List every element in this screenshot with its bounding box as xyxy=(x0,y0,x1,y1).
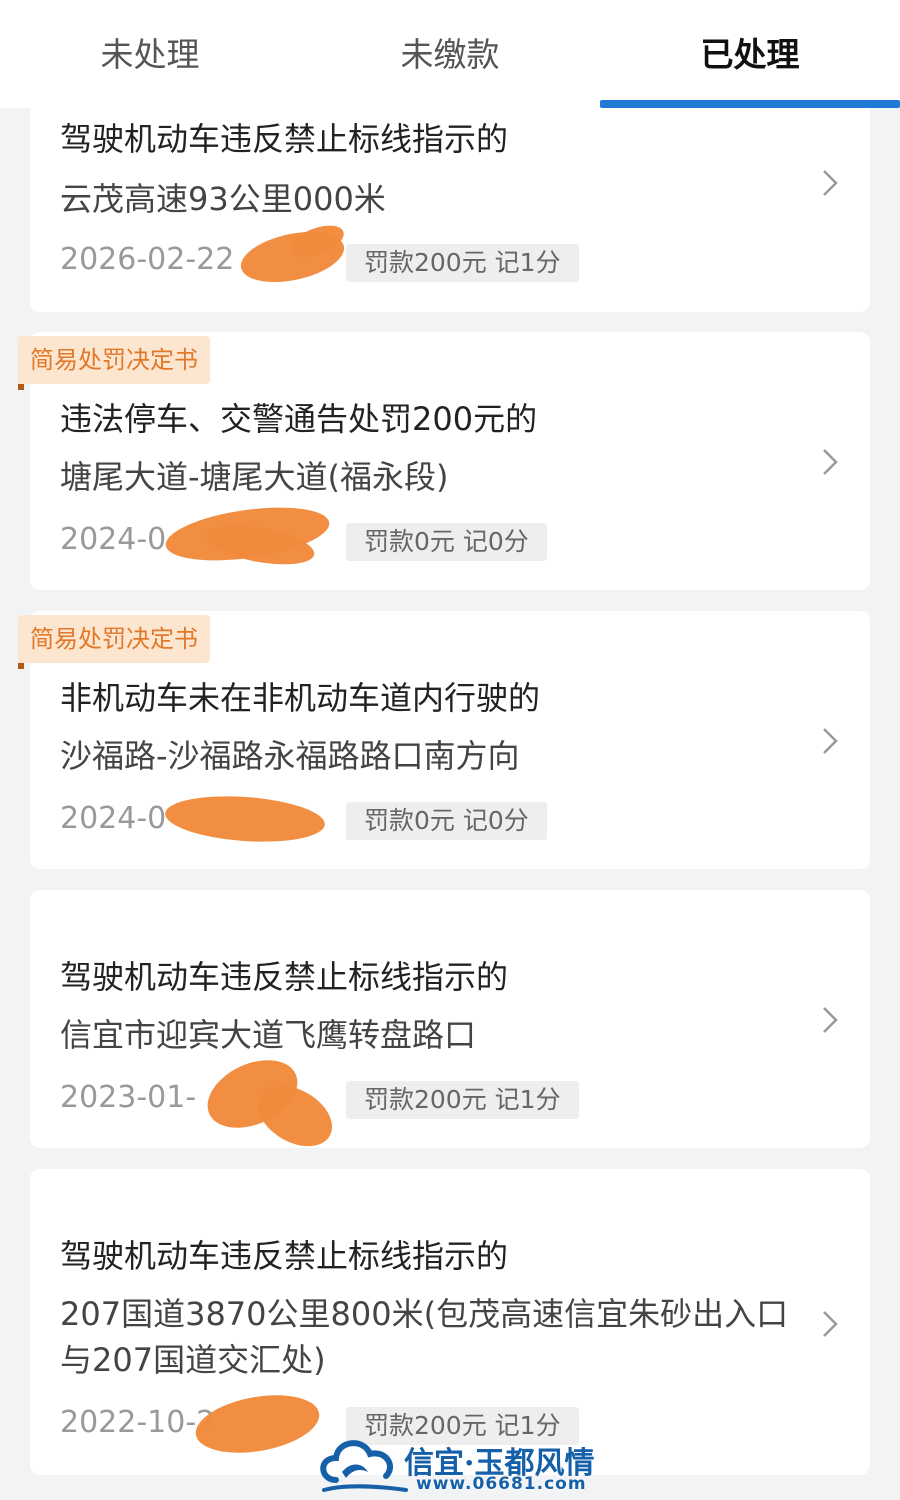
violation-title: 非机动车未在非机动车道内行驶的 xyxy=(60,679,541,717)
violation-title: 驾驶机动车违反禁止标线指示的 xyxy=(60,1237,509,1275)
violation-date: 2026-02-22 xyxy=(60,242,235,277)
violation-title: 违法停车、交警通告处罚200元的 xyxy=(60,400,538,438)
tab-bar: 未处理 未缴款 已处理 xyxy=(0,0,900,108)
penalty-tag: 罚款200元 记1分 xyxy=(346,1081,579,1119)
simple-penalty-decision-badge: 简易处罚决定书 xyxy=(18,615,210,669)
violation-location: 塘尾大道-塘尾大道(福永段) xyxy=(60,458,449,496)
watermark-url: www.06681.com xyxy=(416,1474,587,1494)
violation-location: 云茂高速93公里000米 xyxy=(60,180,386,218)
violation-location: 沙福路-沙福路永福路路口南方向 xyxy=(60,737,520,775)
violation-card[interactable]: 驾驶机动车违反禁止标线指示的 云茂高速93公里000米 2026-02-22 罚… xyxy=(30,88,870,312)
violation-location: 信宜市迎宾大道飞鹰转盘路口 xyxy=(60,1016,477,1054)
violation-location: 207国道3870公里800米(包茂高速信宜朱砂出入口与207国道交汇处) xyxy=(60,1295,789,1379)
penalty-tag: 罚款0元 记0分 xyxy=(346,523,547,561)
site-watermark: 信宜·玉都风情 www.06681.com xyxy=(316,1428,596,1500)
violation-date: 2022-10-2 xyxy=(60,1405,216,1440)
violation-card[interactable]: 驾驶机动车违反禁止标线指示的 信宜市迎宾大道飞鹰转盘路口 2023-01- 罚款… xyxy=(30,890,870,1159)
chevron-right-icon xyxy=(823,449,838,475)
tab-unprocessed[interactable]: 未处理 xyxy=(0,30,300,80)
chevron-right-icon xyxy=(823,170,838,196)
simple-penalty-decision-badge: 简易处罚决定书 xyxy=(18,336,210,390)
penalty-tag: 罚款0元 记0分 xyxy=(346,802,547,840)
violation-date: 2024-0 xyxy=(60,522,167,557)
redaction-scribble xyxy=(163,791,327,847)
active-tab-indicator xyxy=(600,100,900,108)
chevron-right-icon xyxy=(823,1007,838,1033)
violation-date: 2024-0 xyxy=(60,801,167,836)
tab-processed[interactable]: 已处理 xyxy=(600,30,900,80)
chevron-right-icon xyxy=(823,728,838,754)
redaction-scribble xyxy=(191,1386,324,1462)
chevron-right-icon xyxy=(823,1311,838,1337)
violation-date: 2023-01- xyxy=(60,1080,197,1115)
violation-title: 驾驶机动车违反禁止标线指示的 xyxy=(60,958,509,996)
tab-unpaid[interactable]: 未缴款 xyxy=(300,30,600,80)
cloud-wave-logo xyxy=(320,1440,408,1492)
violation-title: 驾驶机动车违反禁止标线指示的 xyxy=(60,120,509,158)
penalty-tag: 罚款200元 记1分 xyxy=(346,244,579,282)
